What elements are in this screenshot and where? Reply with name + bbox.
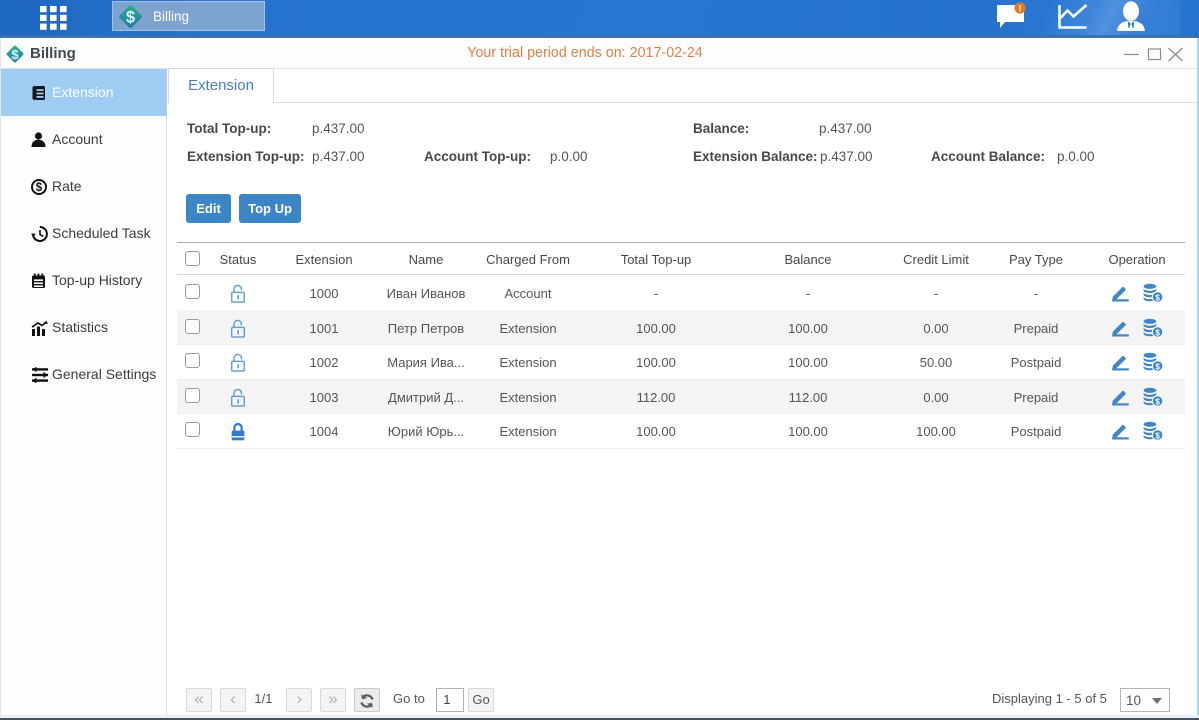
svg-text:$: $ <box>1155 397 1160 406</box>
svg-text:$: $ <box>1155 363 1160 372</box>
svg-text:$: $ <box>1155 328 1160 337</box>
svg-text:$: $ <box>126 9 135 27</box>
svg-text:$: $ <box>36 182 43 194</box>
svg-text:!: ! <box>1019 3 1022 13</box>
svg-text:$: $ <box>1155 432 1160 441</box>
svg-text:$: $ <box>1155 294 1160 303</box>
svg-text:$: $ <box>11 47 19 62</box>
